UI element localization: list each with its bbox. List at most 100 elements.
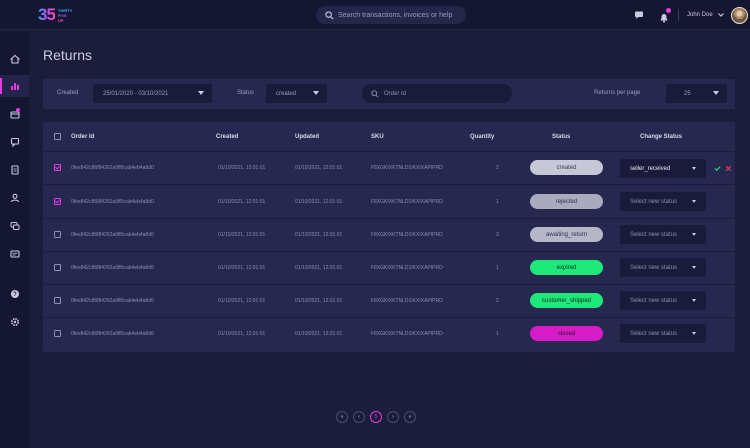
row-checkbox[interactable] xyxy=(54,164,61,171)
order-id-cell[interactable]: 0fee842c86f84262a0ff0cab4eb4a8d0 xyxy=(71,298,154,304)
sidebar: ? xyxy=(0,31,29,448)
sku-cell: F8XGKIXKTNLD1IKXIXAPIPRD xyxy=(371,199,443,205)
quantity-cell: 3 xyxy=(496,232,499,238)
caret-down-icon xyxy=(692,167,696,170)
created-cell: 01/10/2021, 12:01:01 xyxy=(218,165,266,171)
col-order-id[interactable]: Order Id xyxy=(71,134,94,140)
header-divider xyxy=(43,151,735,152)
sidebar-item-home[interactable] xyxy=(0,48,29,70)
messages-icon xyxy=(10,222,19,230)
order-id-cell[interactable]: 0fee842c86f84262a0ff0cab4eb4a8d0 xyxy=(71,199,154,205)
created-date-range-value: 25/01/2020 - 03/10/2021 xyxy=(103,90,169,97)
col-created[interactable]: Created xyxy=(216,134,238,140)
created-filter-label: Created xyxy=(57,90,79,96)
next-page-button[interactable]: › xyxy=(387,411,399,423)
created-cell: 01/10/2021, 12:01:01 xyxy=(218,199,266,205)
change-status-select[interactable]: seller_received xyxy=(620,159,706,178)
quantity-cell: 1 xyxy=(496,331,499,337)
sidebar-item-analytics[interactable] xyxy=(0,75,29,97)
order-id-cell[interactable]: 0fee842c86f84262a0ff0cab4eb4a8d0 xyxy=(71,265,154,271)
returns-badge xyxy=(16,108,20,112)
order-id-cell[interactable]: 0fee842c86f84262a0ff0cab4eb4a8d0 xyxy=(71,165,154,171)
sidebar-item-users[interactable] xyxy=(0,187,29,209)
quantity-cell: 1 xyxy=(496,199,499,205)
change-status-select[interactable]: Select new status xyxy=(620,291,706,310)
current-page-button[interactable]: 5 xyxy=(370,411,382,423)
chart-icon xyxy=(10,83,19,90)
order-id-search-input[interactable]: Order Id xyxy=(362,84,512,103)
per-page-select[interactable]: 25 xyxy=(666,84,727,103)
status-badge: expired xyxy=(530,260,603,275)
status-badge: customer_shipped xyxy=(530,293,603,308)
sku-cell: F8XGKIXKTNLD1IKXIXAPIPRD xyxy=(371,232,443,238)
change-status-value: Select new status xyxy=(630,198,678,205)
row-checkbox[interactable] xyxy=(54,264,61,271)
change-status-select[interactable]: Select new status xyxy=(620,225,706,244)
change-status-select[interactable]: Select new status xyxy=(620,192,706,211)
last-page-button[interactable]: » xyxy=(404,411,416,423)
cancel-close-icon[interactable] xyxy=(725,165,732,172)
col-change-status[interactable]: Change Status xyxy=(640,134,682,140)
status-filter-select[interactable]: created xyxy=(266,84,327,103)
caret-down-icon xyxy=(313,91,319,95)
row-checkbox[interactable] xyxy=(54,231,61,238)
row-checkbox[interactable] xyxy=(54,330,61,337)
first-page-button[interactable]: « xyxy=(336,411,348,423)
confirm-check-icon[interactable] xyxy=(714,165,721,172)
row-checkbox[interactable] xyxy=(54,297,61,304)
quantity-cell: 2 xyxy=(496,298,499,304)
order-id-cell[interactable]: 0fee842c86f84262a0ff0cab4eb4a8d0 xyxy=(71,331,154,337)
sidebar-item-documents[interactable] xyxy=(0,159,29,181)
sidebar-item-cards[interactable] xyxy=(0,243,29,265)
change-status-value: Select new status xyxy=(630,231,678,238)
order-id-cell[interactable]: 0fee842c86f84262a0ff0cab4eb4a8d0 xyxy=(71,232,154,238)
global-search-input[interactable]: Search transactions, invoices or help xyxy=(316,6,466,24)
sku-cell: F8XGKIXKTNLD1IKXIXAPIPRD xyxy=(371,331,443,337)
chat-icon[interactable] xyxy=(634,10,644,20)
notifications-button[interactable] xyxy=(659,8,671,23)
home-icon xyxy=(9,54,20,64)
prev-page-button[interactable]: ‹ xyxy=(353,411,365,423)
user-icon xyxy=(10,193,19,203)
user-name[interactable]: John Doe xyxy=(687,12,713,18)
brand-logo[interactable]: 35 THIRTY FIVE UP xyxy=(38,6,80,24)
col-status[interactable]: Status xyxy=(552,134,570,140)
sidebar-item-help[interactable]: ? xyxy=(0,283,29,305)
created-cell: 01/10/2021, 12:01:01 xyxy=(218,232,266,238)
col-updated[interactable]: Updated xyxy=(295,134,319,140)
user-area: John Doe xyxy=(634,5,748,25)
logo-wordmark: THIRTY FIVE UP xyxy=(57,7,73,23)
select-all-checkbox[interactable] xyxy=(54,133,61,140)
chevron-down-icon[interactable] xyxy=(717,11,725,19)
created-cell: 01/10/2021, 12:01:01 xyxy=(218,331,266,337)
col-quantity[interactable]: Quantity xyxy=(470,134,494,140)
sku-cell: F8XGKIXKTNLD1IKXIXAPIPRD xyxy=(371,165,443,171)
avatar[interactable] xyxy=(730,6,748,24)
sidebar-item-chat[interactable] xyxy=(0,131,29,153)
caret-down-icon xyxy=(692,200,696,203)
sidebar-item-returns[interactable] xyxy=(0,103,29,125)
top-bar: 35 THIRTY FIVE UP Search transactions, i… xyxy=(0,0,750,30)
caret-down-icon xyxy=(692,266,696,269)
col-sku[interactable]: SKU xyxy=(371,134,384,140)
row-divider xyxy=(43,317,735,318)
row-checkbox[interactable] xyxy=(54,198,61,205)
caret-down-icon xyxy=(692,233,696,236)
change-status-value: Select new status xyxy=(630,264,678,271)
created-date-range-select[interactable]: 25/01/2020 - 03/10/2021 xyxy=(93,84,212,103)
sidebar-item-messages[interactable] xyxy=(0,215,29,237)
change-status-select[interactable]: Select new status xyxy=(620,258,706,277)
document-icon xyxy=(10,165,19,175)
row-divider xyxy=(43,251,735,252)
caret-down-icon xyxy=(198,91,204,95)
global-search-placeholder: Search transactions, invoices or help xyxy=(338,11,453,19)
status-filter-label: Status xyxy=(237,90,255,96)
id-card-icon xyxy=(9,250,20,258)
caret-down-icon xyxy=(692,299,696,302)
sidebar-item-settings[interactable] xyxy=(0,311,29,333)
change-status-value: seller_received xyxy=(630,165,671,172)
change-status-value: Select new status xyxy=(630,330,678,337)
sku-cell: F8XGKIXKTNLD1IKXIXAPIPRD xyxy=(371,298,443,304)
created-cell: 01/10/2021, 12:01:01 xyxy=(218,298,266,304)
change-status-select[interactable]: Select new status xyxy=(620,324,706,343)
